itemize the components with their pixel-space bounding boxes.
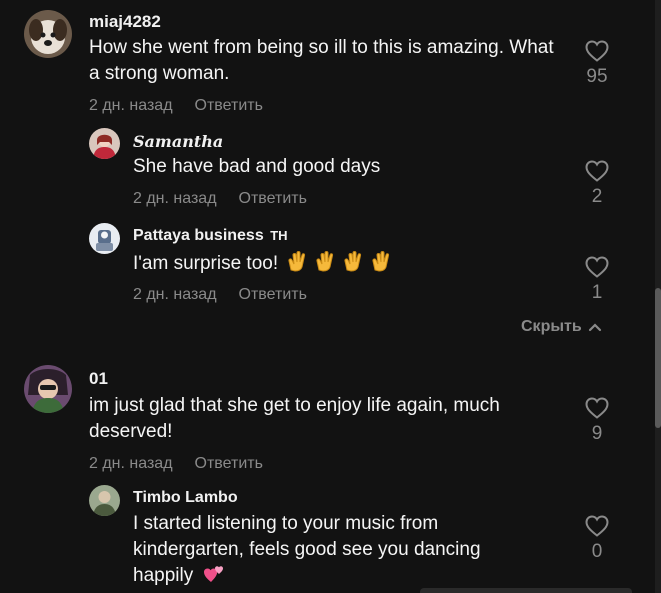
- like-button[interactable]: 9: [577, 397, 617, 445]
- bottom-input-bar-edge: [420, 588, 632, 593]
- like-count: 95: [586, 66, 608, 87]
- timestamp: 2 дн. назад: [133, 190, 217, 207]
- comment-text-line: kindergarten, feels good see you dancing: [133, 539, 481, 560]
- like-count: 9: [591, 423, 603, 444]
- comment-meta: 2 дн. назад Ответить: [89, 455, 263, 473]
- like-button[interactable]: 2: [577, 160, 617, 208]
- comment-meta: 2 дн. назад Ответить: [89, 97, 263, 115]
- heart-outline-icon: [585, 515, 609, 537]
- chevron-up-icon: [588, 323, 601, 331]
- username-suffix: TH: [270, 228, 288, 243]
- timestamp: 2 дн. назад: [89, 455, 173, 472]
- reply-button[interactable]: Ответить: [239, 286, 307, 303]
- avatar-pattaya-business[interactable]: [89, 223, 120, 254]
- heart-outline-icon: [585, 397, 609, 419]
- like-button[interactable]: 0: [577, 515, 617, 563]
- avatar-01[interactable]: [24, 365, 72, 413]
- username[interactable]: 01: [89, 369, 108, 389]
- timestamp: 2 дн. назад: [133, 286, 217, 303]
- username-text: Pattaya business: [133, 227, 264, 244]
- clapping-hands-emoji: [287, 250, 397, 272]
- comment-meta: 2 дн. назад Ответить: [133, 190, 307, 208]
- like-count: 2: [591, 186, 603, 207]
- username[interactable]: Pattaya business TH: [133, 227, 288, 245]
- heart-outline-icon: [585, 160, 609, 182]
- like-count: 1: [591, 282, 603, 303]
- heart-outline-icon: [585, 40, 609, 62]
- reply-button[interactable]: Ответить: [195, 97, 263, 114]
- timestamp: 2 дн. назад: [89, 97, 173, 114]
- like-count: 0: [591, 541, 603, 562]
- avatar-samantha[interactable]: [89, 128, 120, 159]
- comment-text: She have bad and good days: [133, 156, 381, 177]
- comment-text: I'am surprise too!: [133, 250, 553, 277]
- comment-text-line: happily: [133, 565, 194, 586]
- collapse-label: Скрыть: [521, 318, 582, 335]
- like-button[interactable]: 1: [577, 256, 617, 304]
- comment-text: How she went from being so ill to this i…: [89, 37, 554, 84]
- avatar-timbo-lambo[interactable]: [89, 485, 120, 516]
- collapse-replies-button[interactable]: Скрыть: [521, 318, 602, 336]
- comment-text-line-last: happily: [133, 563, 563, 589]
- avatar-miaj4282[interactable]: [24, 10, 72, 58]
- like-button[interactable]: 95: [577, 40, 617, 88]
- username[interactable]: miaj4282: [89, 12, 161, 32]
- two-hearts-emoji: [203, 564, 225, 584]
- comment-meta: 2 дн. назад Ответить: [133, 286, 307, 304]
- username[interactable]: Timbo Lambo: [133, 489, 238, 507]
- reply-button[interactable]: Ответить: [195, 455, 263, 472]
- comment-text: I started listening to your music from k…: [133, 511, 563, 589]
- comment-text-body: I'am surprise too!: [133, 253, 279, 274]
- comments-panel: miaj4282 How she went from being so ill …: [0, 0, 661, 593]
- reply-button[interactable]: Ответить: [239, 190, 307, 207]
- heart-outline-icon: [585, 256, 609, 278]
- comment-text: im just glad that she get to enjoy life …: [89, 395, 500, 442]
- scrollbar-thumb[interactable]: [655, 288, 661, 428]
- comment-text-line: I started listening to your music from: [133, 513, 439, 534]
- username[interactable]: 𝑺𝒂𝒎𝒂𝒏𝒕𝒉𝒂: [133, 132, 223, 151]
